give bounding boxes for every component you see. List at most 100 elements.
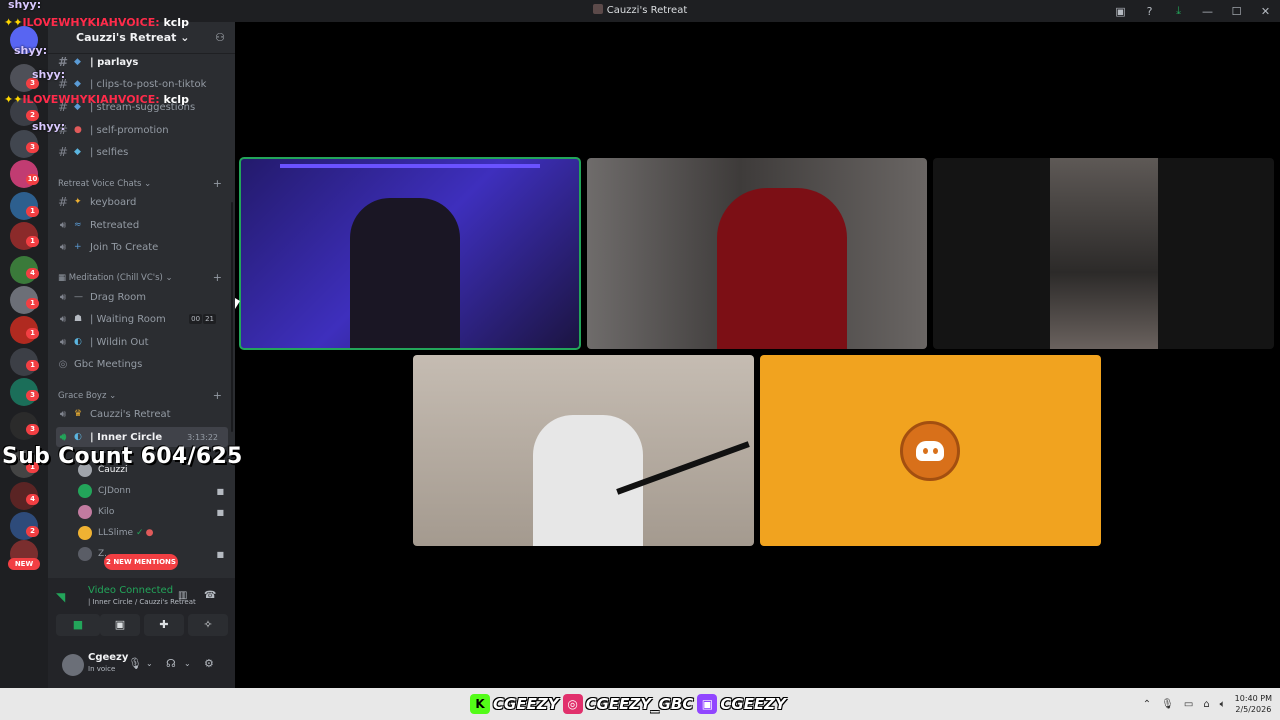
speaker-icon: 🔊︎	[59, 241, 67, 253]
user-limit: 00 21	[189, 314, 216, 324]
channel-emoji-icon: +	[74, 242, 82, 252]
channel-emoji-icon: ◆	[74, 147, 81, 157]
video-tile[interactable]	[239, 157, 581, 350]
voice-channel-retreated[interactable]: 🔊︎ ≈ Retreated	[56, 215, 228, 235]
channel-emoji-icon: ✦	[74, 197, 82, 207]
inbox-icon[interactable]: ▣	[1106, 5, 1135, 18]
video-tile[interactable]	[587, 158, 927, 349]
channel-emoji-icon: ☗	[74, 314, 83, 324]
new-unreads-pill[interactable]: NEW	[8, 558, 40, 570]
hash-icon: #	[57, 195, 69, 209]
camera-button[interactable]: ■	[56, 614, 100, 636]
user-panel: Cgeezy In voice 🎙︎ ⌄ ☊ ⌄ ⚙	[48, 642, 235, 688]
clock[interactable]: 10:40 PM 2/5/2026	[1235, 693, 1272, 715]
socials-overlay: K CGEEZY ◎ CGEEZY_GBC ▣ CGEEZY	[470, 692, 790, 716]
title-bar: Cauzzi's Retreat ▣ ? ⤓ — ☐ ✕	[0, 0, 1280, 22]
voice-user-kilo[interactable]: Kilo ■	[78, 502, 228, 522]
screen-share-button[interactable]: ▣	[100, 614, 140, 636]
channel-self-promotion[interactable]: # ● | self-promotion	[56, 120, 228, 140]
avatar	[78, 547, 92, 561]
download-icon[interactable]: ⤓	[1164, 4, 1193, 18]
activities-button[interactable]: ✚	[144, 614, 184, 636]
voice-channel-keyboard[interactable]: # ✦ keyboard	[56, 192, 228, 212]
signal-icon[interactable]: ◥	[56, 590, 65, 604]
category-meditation[interactable]: ▦ Meditation (Chill VC's) ⌄ +	[58, 271, 228, 284]
voice-channel-waiting-room[interactable]: 🔊︎ ☗ | Waiting Room 00 21	[56, 309, 228, 329]
voice-channel-cauzzis-retreat[interactable]: 🔊︎ ♛ Cauzzi's Retreat	[56, 404, 228, 424]
disconnect-icon[interactable]: ☎	[204, 590, 216, 601]
chevron-down-icon[interactable]: ⌄	[146, 659, 153, 668]
category-retreat-voice-chats[interactable]: Retreat Voice Chats ⌄ +	[58, 177, 228, 190]
chat-overlay-line: ✦✦ILOVEWHYKIAHVOICE: kclp	[4, 16, 189, 29]
voice-user-cjdonn[interactable]: CJDonn ■	[78, 481, 228, 501]
emoji-icon: ✓	[136, 528, 144, 538]
add-channel-icon[interactable]: +	[213, 271, 222, 284]
voice-channel-drag-room[interactable]: 🔊︎ — Drag Room	[56, 287, 228, 307]
user-avatar[interactable]	[62, 654, 84, 676]
video-camera-icon: ■	[216, 486, 224, 496]
avatar	[78, 505, 92, 519]
display-icon[interactable]: ▭	[1184, 699, 1193, 710]
chevron-up-icon[interactable]: ⌃	[1143, 699, 1151, 710]
volume-icon[interactable]: 🔈︎	[1220, 699, 1226, 710]
sidebar-scrollbar[interactable]	[231, 202, 233, 432]
channel-emoji-icon: ◆	[74, 57, 81, 67]
user-status: In voice	[88, 665, 116, 673]
microphone-icon[interactable]: 🎙︎	[1161, 699, 1174, 710]
voice-connection-panel: ◥ Video Connected | Inner Circle / Cauzz…	[48, 578, 235, 642]
minimize-button[interactable]: —	[1193, 5, 1222, 18]
chat-overlay-name: shyy:	[32, 68, 66, 81]
network-icon[interactable]: ⌂	[1203, 699, 1209, 710]
add-channel-icon[interactable]: +	[213, 389, 222, 402]
instagram-handle: CGEEZY_GBC	[585, 695, 694, 713]
server-name[interactable]: Cauzzi's Retreat ⌄	[76, 31, 189, 44]
add-channel-icon[interactable]: +	[213, 177, 222, 190]
video-camera-icon: ■	[216, 549, 224, 559]
maximize-button[interactable]: ☐	[1222, 5, 1251, 18]
headphones-icon[interactable]: ☊	[166, 657, 176, 670]
voice-status[interactable]: Video Connected	[88, 585, 173, 596]
video-tile[interactable]	[413, 355, 754, 546]
chat-overlay-name: shyy:	[8, 0, 42, 11]
avatar-tile[interactable]	[760, 355, 1101, 546]
chat-overlay-name: shyy:	[32, 120, 66, 133]
category-grace-boyz[interactable]: Grace Boyz ⌄ +	[58, 389, 228, 402]
unread-badge: 1	[26, 298, 39, 309]
hash-icon: #	[57, 145, 69, 159]
soundboard-button[interactable]: ✧	[188, 614, 228, 636]
voice-channel-wildin-out[interactable]: 🔊︎ ◐ | Wildin Out	[56, 332, 228, 352]
noise-suppression-icon[interactable]: ▥	[178, 590, 187, 601]
channel-emoji-icon: ●	[74, 125, 82, 135]
channel-emoji-icon: ◆	[74, 79, 81, 89]
stage-icon: ◎	[58, 358, 68, 370]
unread-badge: 4	[26, 268, 39, 279]
unread-badge: 3	[26, 142, 39, 153]
voice-channel-join-to-create[interactable]: 🔊︎ + Join To Create	[56, 237, 228, 257]
stage-channel-gbc-meetings[interactable]: ◎ Gbc Meetings	[56, 354, 228, 374]
avatar	[78, 484, 92, 498]
unread-badge: 1	[26, 206, 39, 217]
video-grid	[235, 22, 1280, 688]
add-member-icon[interactable]: ⚇	[215, 31, 225, 44]
crown-emoji-icon: ♛	[74, 409, 83, 419]
speaker-icon: 🔊︎	[59, 313, 67, 325]
channel-clips-to-post-on-tiktok[interactable]: # ◆ | clips-to-post-on-tiktok	[56, 74, 228, 94]
speaker-icon: 🔊︎	[59, 219, 67, 231]
channel-parlays[interactable]: # ◆ | parlays	[56, 52, 228, 72]
close-button[interactable]: ✕	[1251, 5, 1280, 18]
video-camera-icon: ■	[216, 507, 224, 517]
window-title: Cauzzi's Retreat	[0, 4, 1280, 16]
kick-icon: K	[470, 694, 490, 714]
username[interactable]: Cgeezy	[88, 652, 128, 663]
channel-selfies[interactable]: # ◆ | selfies	[56, 142, 228, 162]
new-mentions-pill[interactable]: 2 NEW MENTIONS	[104, 554, 178, 570]
video-tile[interactable]	[933, 158, 1274, 349]
voice-timer: 3:13:22	[187, 432, 218, 442]
microphone-icon[interactable]: 🎙︎	[128, 657, 142, 670]
gear-icon[interactable]: ⚙	[204, 657, 214, 670]
chat-overlay-name: shyy:	[14, 44, 48, 57]
unread-badge: 3	[26, 424, 39, 435]
help-icon[interactable]: ?	[1135, 5, 1164, 18]
voice-user-llslime[interactable]: LLSlime ✓ ●	[78, 523, 228, 543]
chevron-down-icon[interactable]: ⌄	[184, 659, 191, 668]
